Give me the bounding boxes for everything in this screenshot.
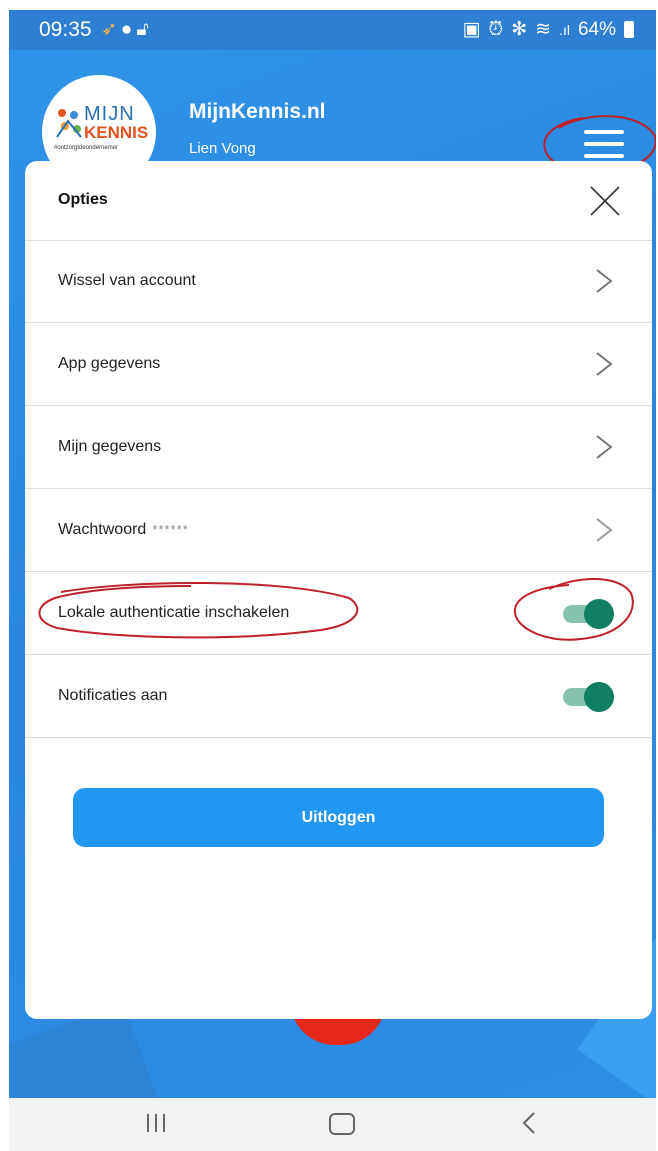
signal-icon: .ıl — [559, 21, 570, 38]
chat-icon: ● — [120, 19, 137, 40]
battery-icon — [624, 21, 634, 38]
notifications-toggle[interactable] — [563, 682, 615, 712]
option-label: Notificaties aan — [58, 687, 168, 704]
logo-tagline: #ontzorgtdeondernemer — [54, 145, 119, 151]
toggle-knob — [584, 599, 614, 629]
sim-icon: ▣ — [462, 19, 481, 40]
close-icon[interactable] — [585, 181, 625, 221]
logo-text-kennis: KENNIS — [84, 123, 149, 142]
user-name: Lien Vong — [189, 140, 256, 157]
option-local-auth: Lokale authenticatie inschakelen — [25, 572, 652, 655]
panel-header: Opties — [25, 161, 652, 241]
wifi-icon: ≋ — [535, 19, 552, 40]
recent-apps-icon[interactable] — [144, 1110, 168, 1136]
option-label: Wachtwoord ****** — [58, 521, 189, 539]
option-label: Mijn gegevens — [58, 438, 162, 455]
app-title: MijnKennis.nl — [189, 100, 326, 123]
system-nav-bar — [9, 1098, 656, 1151]
home-icon[interactable] — [329, 1113, 355, 1135]
local-auth-toggle[interactable] — [563, 599, 615, 629]
password-label: Wachtwoord — [58, 521, 147, 538]
phone-screen: 09:35 ➶●🔓︎ ▣ ⏰︎ ✻ ≋ .ıl 64% MIJN KENNIS … — [9, 10, 656, 1151]
chevron-right-icon — [596, 352, 613, 376]
option-switch-account[interactable]: Wissel van account — [25, 240, 652, 323]
logo-figures-icon — [56, 109, 82, 138]
status-bar: 09:35 ➶●🔓︎ ▣ ⏰︎ ✻ ≋ .ıl 64% — [9, 10, 656, 50]
hamburger-menu-icon[interactable] — [584, 130, 624, 160]
option-label: Wissel van account — [58, 272, 196, 289]
options-panel: Opties Wissel van account App gegevens M… — [25, 161, 652, 1019]
option-password[interactable]: Wachtwoord ****** — [25, 489, 652, 572]
notification-icon: ➶ — [101, 19, 121, 40]
chevron-right-icon — [596, 435, 613, 459]
panel-title: Opties — [58, 191, 108, 208]
battery-level: 64% — [577, 18, 616, 40]
option-notifications: Notificaties aan — [25, 655, 652, 738]
password-mask: ****** — [152, 522, 189, 537]
chevron-right-icon — [596, 518, 613, 542]
status-time: 09:35 — [39, 18, 92, 41]
alarm-icon: ⏰︎ — [488, 18, 504, 40]
option-app-data[interactable]: App gegevens — [25, 323, 652, 406]
back-icon[interactable] — [519, 1110, 539, 1136]
lock-icon: 🔓︎ — [136, 19, 153, 40]
option-label: Lokale authenticatie inschakelen — [58, 604, 290, 621]
toggle-knob — [584, 682, 614, 712]
bluetooth-icon: ✻ — [511, 19, 528, 40]
status-left-icons: ➶●🔓︎ — [101, 18, 153, 41]
logout-button[interactable]: Uitloggen — [73, 788, 604, 847]
chevron-right-icon — [596, 269, 613, 293]
status-right-icons: ▣ ⏰︎ ✻ ≋ .ıl 64% — [462, 18, 634, 41]
option-label: App gegevens — [58, 355, 161, 372]
option-my-data[interactable]: Mijn gegevens — [25, 406, 652, 489]
